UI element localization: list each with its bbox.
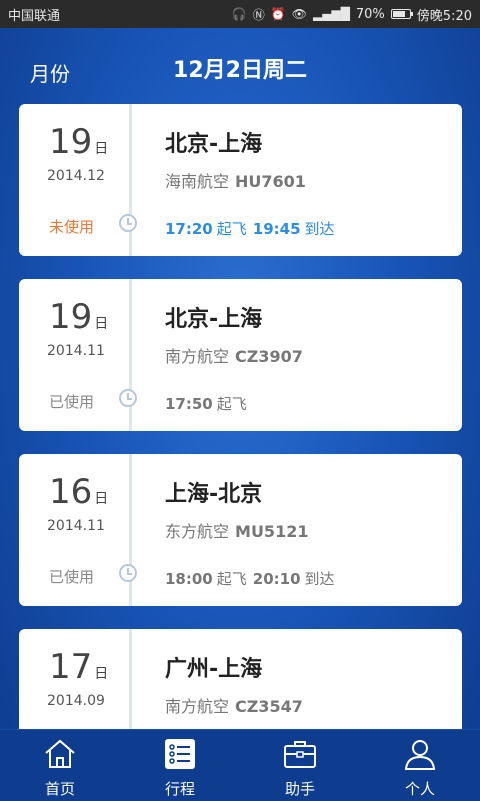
briefcase-icon <box>284 741 316 768</box>
timeline-divider <box>129 279 132 431</box>
trip-route: 广州-上海 <box>165 657 263 682</box>
timeline-divider <box>129 629 132 729</box>
trip-month: 2014.11 <box>47 343 105 359</box>
trip-card[interactable]: 19 日 2014.12 未使用 北京-上海 海南航空 HU7601 17:20 起飞… <box>19 104 462 256</box>
flight-info: 南方航空 CZ3547 <box>165 697 303 716</box>
person-icon <box>404 740 436 770</box>
clock-icon <box>119 564 137 582</box>
tab-profile[interactable]: 个人 <box>360 730 480 801</box>
clock-icon <box>119 389 137 407</box>
trip-list[interactable]: 19 日 2014.12 未使用 北京-上海 海南航空 HU7601 17:20 起飞… <box>0 104 480 729</box>
status-bar: 中国联通 🎧 Ⓝ ⏰ 👁 ▂▄▆█ 70% 傍晚5:20 <box>0 0 480 28</box>
trip-month: 2014.12 <box>47 168 105 184</box>
headset-icon: 🎧 <box>231 7 247 21</box>
flight-times: 17:50 起飞 <box>165 395 247 413</box>
tab-label: 助手 <box>284 780 315 798</box>
nfc-icon: Ⓝ <box>252 7 265 22</box>
flight-times: 18:00 起飞 20:10 到达 <box>165 570 335 588</box>
tab-itinerary[interactable]: 行程 <box>120 730 240 801</box>
battery-icon <box>390 9 413 19</box>
carrier-label: 中国联通 <box>8 8 61 24</box>
signal-icon: ▂▄▆█ <box>312 7 350 21</box>
tab-home[interactable]: 首页 <box>0 730 120 801</box>
trip-route: 上海-北京 <box>165 482 263 507</box>
trip-month: 2014.11 <box>47 518 105 534</box>
clock-icon <box>119 214 137 232</box>
trip-card[interactable]: 19 日 2014.11 已使用 北京-上海 南方航空 CZ3907 17:50 起飞 <box>19 279 462 431</box>
header: 月份 12月2日周二 <box>0 28 480 104</box>
trip-card[interactable]: 17 日 2014.09 广州-上海 南方航空 CZ3547 <box>19 629 462 729</box>
trip-route: 北京-上海 <box>165 307 263 332</box>
trip-day: 19 日 <box>49 297 109 337</box>
tab-assistant[interactable]: 助手 <box>240 730 360 801</box>
trip-day: 16 日 <box>49 472 109 512</box>
tab-label: 个人 <box>404 780 435 798</box>
flight-info: 东方航空 MU5121 <box>165 522 309 541</box>
status-badge: 已使用 <box>49 393 95 411</box>
flight-info: 海南航空 HU7601 <box>165 172 306 191</box>
status-badge: 未使用 <box>49 218 95 236</box>
timeline-divider <box>129 104 132 256</box>
trip-month: 2014.09 <box>47 693 105 709</box>
trip-day: 17 日 <box>49 647 109 687</box>
itinerary-icon <box>165 739 195 769</box>
tab-label: 首页 <box>44 780 75 798</box>
trip-card[interactable]: 16 日 2014.11 已使用 上海-北京 东方航空 MU5121 18:00 起飞… <box>19 454 462 606</box>
tab-label: 行程 <box>164 780 195 798</box>
status-badge: 已使用 <box>49 568 95 586</box>
timeline-divider <box>129 454 132 606</box>
home-icon <box>45 739 75 768</box>
battery-percent: 70% <box>355 6 385 22</box>
clock-time: 傍晚5:20 <box>416 8 472 24</box>
eye-icon: 👁 <box>291 7 307 21</box>
flight-times: 17:20 起飞 19:45 到达 <box>165 220 335 238</box>
flight-info: 南方航空 CZ3907 <box>165 347 303 366</box>
alarm-icon: ⏰ <box>270 7 286 21</box>
trip-route: 北京-上海 <box>165 132 263 157</box>
bottom-tab-bar: 首页 行程 助手 个人 <box>0 729 480 801</box>
trip-day: 19 日 <box>49 122 109 162</box>
page-title: 12月2日周二 <box>173 58 307 83</box>
